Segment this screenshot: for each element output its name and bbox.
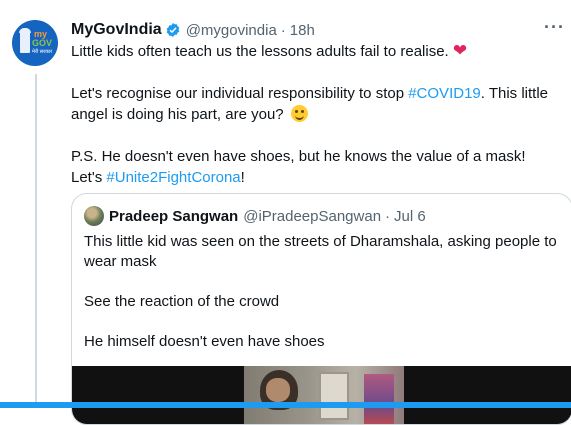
tweet-paragraph-text: ! — [240, 169, 245, 186]
quoted-display-name: Pradeep Sangwan — [109, 207, 239, 225]
video-frame — [244, 366, 404, 424]
tweet-paragraph: Little kids often teach us the lessons a… — [71, 40, 561, 62]
quoted-timestamp: Jul 6 — [394, 207, 426, 225]
heart-emoji: ❤ — [452, 41, 468, 60]
quoted-avatar — [84, 206, 104, 226]
quoted-paragraph: This little kid was seen on the streets … — [84, 233, 557, 270]
tweet-paragraph: P.S. He doesn't even have shoes, but he … — [71, 146, 561, 188]
avatar[interactable]: my GOV मेरी सरकार — [12, 20, 58, 66]
tweet-paragraph-text: Little kids often teach us the lessons a… — [71, 43, 449, 60]
verified-icon — [166, 23, 179, 37]
display-name[interactable]: MyGovIndia — [71, 21, 162, 39]
more-icon[interactable]: ··· — [544, 17, 565, 38]
thread-line — [35, 74, 37, 408]
tweet-paragraph-text: Let's recognise our individual responsib… — [71, 85, 409, 102]
video-thumbnail[interactable] — [72, 366, 571, 424]
tweet-text: Little kids often teach us the lessons a… — [71, 40, 561, 209]
quoted-handle: @iPradeepSangwan — [243, 207, 382, 225]
handle[interactable]: @mygovindia — [186, 22, 277, 39]
avatar-text-gov: GOV — [32, 38, 53, 48]
quoted-tweet-header: Pradeep Sangwan @iPradeepSangwan · Jul 6 — [84, 206, 426, 226]
timestamp[interactable]: 18h — [290, 22, 315, 39]
tweet-header: MyGovIndia @mygovindia · 18h — [71, 18, 315, 42]
smile-emoji — [290, 105, 308, 122]
quoted-paragraph: He himself doesn't even have shoes — [84, 333, 325, 350]
tweet-paragraph: Let's recognise our individual responsib… — [71, 83, 561, 125]
quoted-separator: · — [385, 207, 391, 225]
separator: · — [280, 21, 286, 39]
tweet-paragraph-text: Let's — [71, 169, 107, 186]
avatar-text-hindi: मेरी सरकार — [32, 49, 53, 55]
bottom-accent-bar — [0, 402, 571, 408]
quoted-tweet-card[interactable]: Pradeep Sangwan @iPradeepSangwan · Jul 6… — [71, 193, 571, 425]
tweet-paragraph-text: P.S. He doesn't even have shoes, but he … — [71, 148, 526, 165]
quoted-paragraph: See the reaction of the crowd — [84, 293, 280, 310]
hashtag-covid19[interactable]: #COVID19 — [408, 85, 481, 102]
emblem-icon — [19, 28, 31, 53]
quoted-tweet-text: This little kid was seen on the streets … — [84, 232, 566, 372]
hashtag-unite2fightcorona[interactable]: #Unite2FightCorona — [106, 169, 240, 186]
